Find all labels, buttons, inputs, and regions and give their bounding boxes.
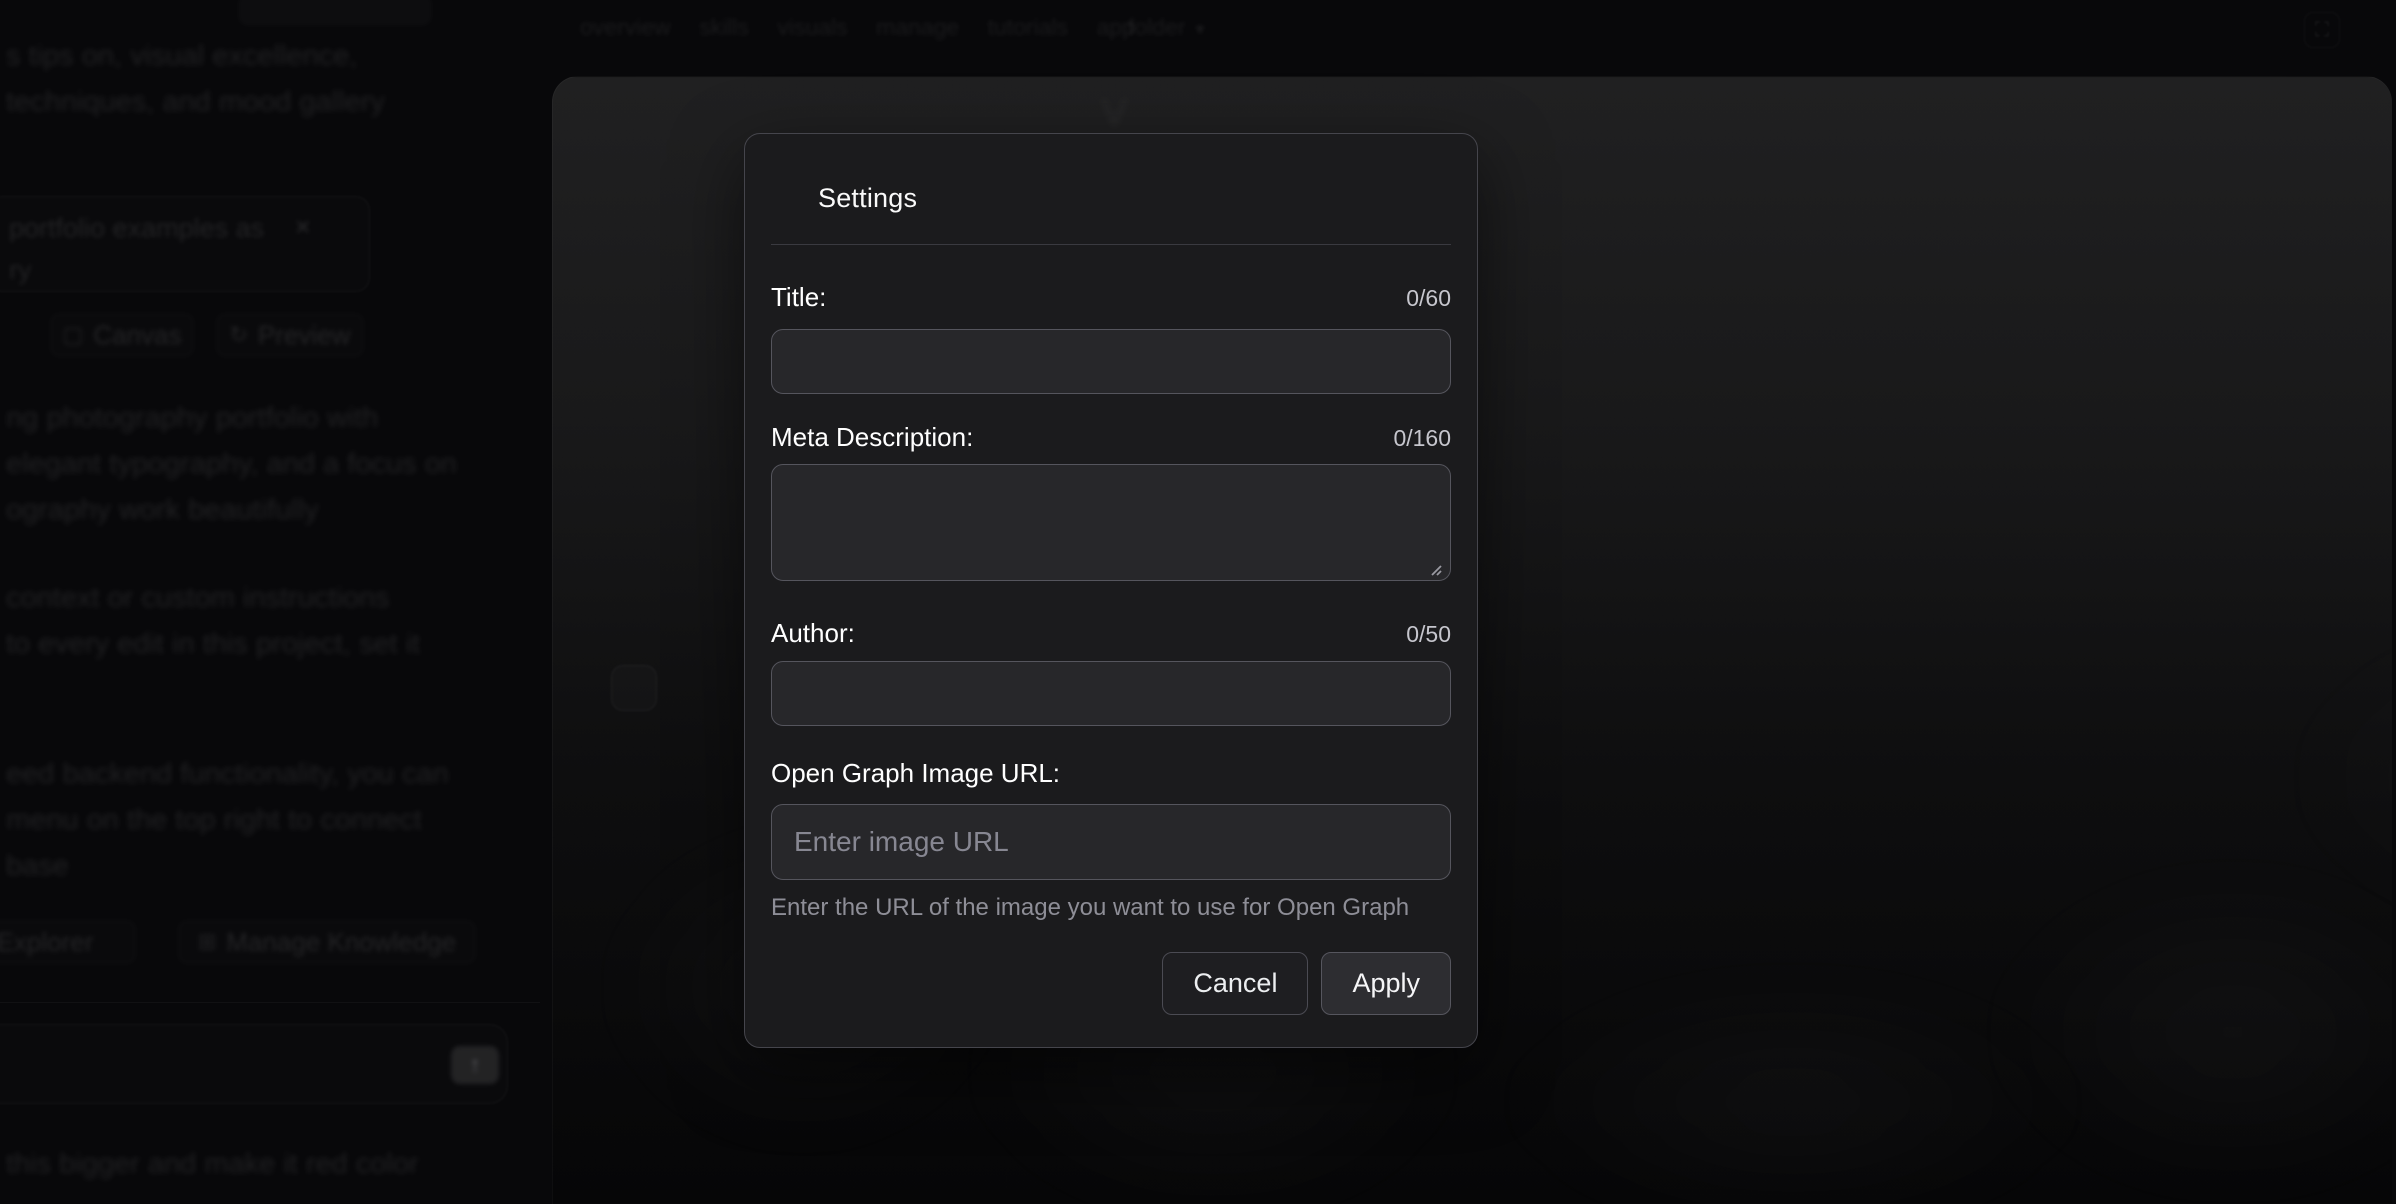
author-label: Author: <box>771 618 855 649</box>
meta-description-textarea[interactable] <box>771 464 1451 581</box>
title-label: Title: <box>771 282 826 313</box>
og-image-url-input[interactable] <box>771 804 1451 880</box>
apply-button[interactable]: Apply <box>1321 952 1451 1015</box>
author-input[interactable] <box>771 661 1451 726</box>
og-image-url-label: Open Graph Image URL: <box>771 758 1060 789</box>
resize-handle-icon[interactable] <box>1425 559 1443 577</box>
meta-description-label: Meta Description: <box>771 422 973 453</box>
cancel-button[interactable]: Cancel <box>1162 952 1308 1015</box>
dialog-title: Settings <box>818 183 917 214</box>
meta-description-counter: 0/160 <box>1393 425 1451 452</box>
author-counter: 0/50 <box>1406 621 1451 648</box>
title-counter: 0/60 <box>1406 285 1451 312</box>
title-input[interactable] <box>771 329 1451 394</box>
dialog-divider <box>771 244 1451 245</box>
settings-dialog: Settings Title: 0/60 Meta Description: 0… <box>744 133 1478 1048</box>
og-image-helper-text: Enter the URL of the image you want to u… <box>771 894 1409 922</box>
